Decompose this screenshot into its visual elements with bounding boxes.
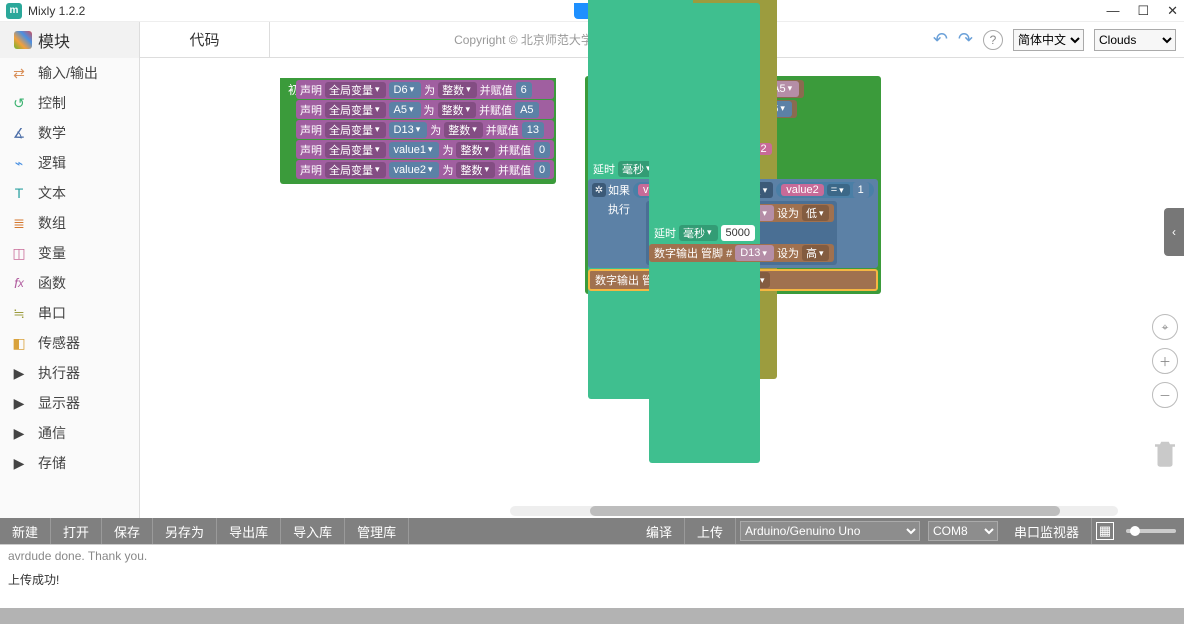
tab-code[interactable]: 代码 bbox=[140, 22, 270, 58]
language-select[interactable]: 简体中文 bbox=[1013, 29, 1084, 51]
digital-out-block[interactable]: 数字输出 管脚 #D13▾设为高▾ bbox=[649, 244, 834, 262]
sidebar-item-storage[interactable]: ▶存储 bbox=[0, 448, 139, 478]
console-line: 上传成功! bbox=[8, 571, 1176, 588]
sidebar-item-function[interactable]: fx函数 bbox=[0, 268, 139, 298]
side-panel-toggle-icon[interactable]: ‹ bbox=[1164, 208, 1184, 256]
zoom-in-icon[interactable]: ＋ bbox=[1152, 348, 1178, 374]
redo-icon[interactable]: ↷ bbox=[958, 29, 973, 50]
zoom-slider[interactable] bbox=[1126, 529, 1176, 533]
minimize-icon[interactable]: — bbox=[1106, 3, 1119, 18]
tab-code-label: 代码 bbox=[189, 29, 219, 50]
block-canvas[interactable]: 初始化 声明 全局变量▾ D6▾ 为 整数▾ 并赋值 6 声明全局变量▾ A5▾… bbox=[140, 58, 1148, 518]
sidebar-item-logic[interactable]: ⌁逻辑 bbox=[0, 148, 139, 178]
app-logo-icon: m bbox=[6, 3, 22, 19]
status-bar bbox=[0, 608, 1184, 624]
serial-monitor-button[interactable]: 串口监视器 bbox=[1002, 518, 1092, 544]
managelib-button[interactable]: 管理库 bbox=[345, 518, 409, 544]
declare-block[interactable]: 声明全局变量▾ value1▾ 为整数▾ 并赋值0 bbox=[296, 140, 554, 159]
console-line: avrdude done. Thank you. bbox=[8, 549, 1176, 563]
theme-select[interactable]: Clouds bbox=[1094, 29, 1176, 51]
declare-block[interactable]: 声明全局变量▾ D13▾ 为整数▾ 并赋值13 bbox=[296, 120, 554, 139]
declare-block[interactable]: 声明全局变量▾ value2▾ 为整数▾ 并赋值0 bbox=[296, 160, 554, 179]
sidebar-item-variable[interactable]: ◫变量 bbox=[0, 238, 139, 268]
help-icon[interactable]: ? bbox=[983, 30, 1003, 50]
maximize-icon[interactable]: ☐ bbox=[1137, 3, 1149, 19]
sidebar-item-actuator[interactable]: ▶执行器 bbox=[0, 358, 139, 388]
main-area: ⇄输入/输出 ↺控制 ∡数学 ⌁逻辑 T文本 ≣数组 ◫变量 fx函数 ≒串口 … bbox=[0, 58, 1184, 518]
compare-block[interactable]: value2 =▾ 1 bbox=[776, 182, 874, 198]
undo-icon[interactable]: ↶ bbox=[933, 29, 948, 50]
close-icon[interactable]: ✕ bbox=[1167, 3, 1178, 19]
port-select[interactable]: COM8 bbox=[928, 521, 998, 541]
sidebar-item-math[interactable]: ∡数学 bbox=[0, 118, 139, 148]
board-select[interactable]: Arduino/Genuino Uno bbox=[740, 521, 920, 541]
app-title: Mixly 1.2.2 bbox=[28, 4, 85, 18]
if-block[interactable]: ✲ 如果 value1 >▾ 450 且▾ value2 =▾ 1 bbox=[588, 179, 878, 268]
upload-button[interactable]: 上传 bbox=[685, 518, 736, 544]
declare-block[interactable]: 声明全局变量▾ A5▾ 为整数▾ 并赋值A5 bbox=[296, 100, 554, 119]
saveas-button[interactable]: 另存为 bbox=[153, 518, 217, 544]
gear-icon[interactable]: ✲ bbox=[592, 183, 606, 197]
window-controls: — ☐ ✕ bbox=[1106, 3, 1178, 19]
sidebar-item-serial[interactable]: ≒串口 bbox=[0, 298, 139, 328]
sidebar-item-io[interactable]: ⇄输入/输出 bbox=[0, 58, 139, 88]
sidebar-item-comm[interactable]: ▶通信 bbox=[0, 418, 139, 448]
horizontal-scrollbar[interactable] bbox=[510, 506, 1118, 516]
canvas-right-gutter: ‹ ⌖ ＋ － bbox=[1148, 58, 1184, 518]
declare-block[interactable]: 声明 全局变量▾ D6▾ 为 整数▾ 并赋值 6 bbox=[296, 80, 554, 99]
save-button[interactable]: 保存 bbox=[102, 518, 153, 544]
bottom-toolbar: 新建 打开 保存 另存为 导出库 导入库 管理库 编译 上传 Arduino/G… bbox=[0, 518, 1184, 544]
importlib-button[interactable]: 导入库 bbox=[281, 518, 345, 544]
tab-blocks[interactable]: 模块 bbox=[0, 22, 140, 58]
trash-icon[interactable] bbox=[1150, 438, 1180, 474]
chip-icon[interactable]: ▦ bbox=[1096, 522, 1114, 540]
compile-button[interactable]: 编译 bbox=[634, 518, 685, 544]
sidebar-item-text[interactable]: T文本 bbox=[0, 178, 139, 208]
open-button[interactable]: 打开 bbox=[51, 518, 102, 544]
output-console: avrdude done. Thank you. 上传成功! bbox=[0, 544, 1184, 608]
center-view-icon[interactable]: ⌖ bbox=[1152, 314, 1178, 340]
new-button[interactable]: 新建 bbox=[0, 518, 51, 544]
sidebar-item-array[interactable]: ≣数组 bbox=[0, 208, 139, 238]
sidebar-item-control[interactable]: ↺控制 bbox=[0, 88, 139, 118]
category-sidebar: ⇄输入/输出 ↺控制 ∡数学 ⌁逻辑 T文本 ≣数组 ◫变量 fx函数 ≒串口 … bbox=[0, 58, 140, 518]
sidebar-item-display[interactable]: ▶显示器 bbox=[0, 388, 139, 418]
puzzle-icon bbox=[14, 31, 32, 49]
zoom-out-icon[interactable]: － bbox=[1152, 382, 1178, 408]
tab-blocks-label: 模块 bbox=[38, 28, 70, 52]
delay-block[interactable]: 延时毫秒▾5000 bbox=[649, 223, 834, 242]
sidebar-item-sensor[interactable]: ◧传感器 bbox=[0, 328, 139, 358]
exportlib-button[interactable]: 导出库 bbox=[217, 518, 281, 544]
